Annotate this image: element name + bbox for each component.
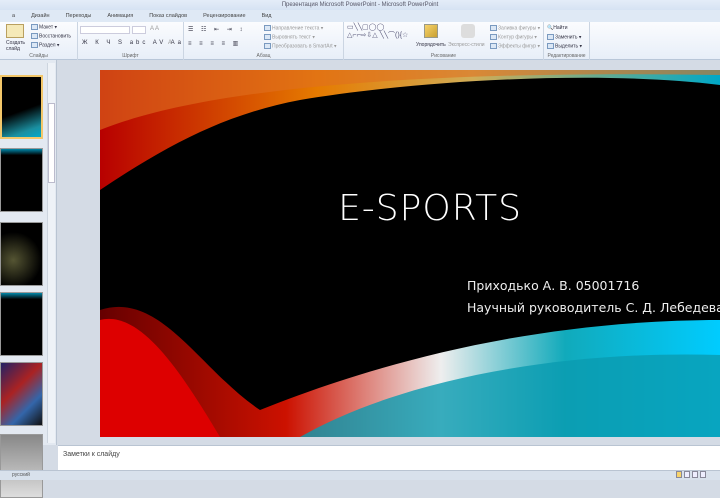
slide-thumbnail-3[interactable] (0, 222, 43, 286)
tab-transitions[interactable]: Переходы (58, 10, 100, 22)
tab-slideshow[interactable]: Показ слайдов (141, 10, 195, 22)
group-label: Абзац (256, 53, 271, 59)
slide-supervisor[interactable]: Научный руководитель С. Д. Лебедева (467, 300, 720, 315)
list-buttons[interactable]: ☰ ☷ ⇤ ⇥ ↕ (188, 26, 245, 33)
reset-icon (31, 33, 38, 39)
font-size-select[interactable] (132, 26, 146, 34)
arrange-icon (424, 24, 438, 38)
group-drawing: ▭╲╲▢◯◯ △⌐⌐⇨⇩△ ╲╲⌒(){☆ Упорядочить Экспре… (344, 22, 544, 60)
reset-button[interactable]: Восстановить (31, 33, 71, 39)
language-indicator[interactable]: русский (12, 472, 30, 478)
slide-thumbnail-5[interactable] (0, 362, 43, 426)
group-label: Рисование (430, 53, 457, 59)
shape-outline-button[interactable]: Контур фигуры ▾ (490, 34, 537, 40)
select-button[interactable]: Выделить ▾ (547, 43, 582, 49)
slides-scrollbar[interactable] (47, 63, 55, 443)
tab-view[interactable]: Вид (254, 10, 280, 22)
slides-panel (0, 60, 57, 498)
text-direction-icon (264, 25, 271, 31)
group-slides: Создать слайд Макет ▾ Восстановить Разде… (0, 22, 78, 60)
slide-sorter-icon[interactable] (684, 471, 690, 478)
notes-placeholder: Заметки к слайду (63, 451, 120, 458)
select-icon (547, 43, 554, 49)
slide-title[interactable]: E-SPORTS (100, 188, 720, 229)
normal-view-icon[interactable] (676, 471, 682, 478)
arrange-button[interactable]: Упорядочить (416, 42, 446, 48)
font-color-icon[interactable]: A (168, 40, 172, 46)
group-font: A A Ж К Ч S abc AV Aa A Шрифт (78, 22, 184, 60)
shape-effects-button[interactable]: Эффекты фигур ▾ (490, 43, 540, 49)
status-bar: русский (0, 470, 720, 480)
ribbon-tabs: а Дизайн Переходы Анимация Показ слайдов… (0, 10, 720, 22)
group-paragraph: ☰ ☷ ⇤ ⇥ ↕ ≡ ≡ ≡ ≡ ▥ Направление текста ▾… (184, 22, 344, 60)
smartart-icon (264, 43, 271, 49)
align-text-button[interactable]: Выровнять текст ▾ (264, 34, 315, 40)
group-label: Шрифт (122, 53, 139, 59)
font-family-select[interactable] (80, 26, 130, 34)
outline-icon (490, 34, 497, 40)
group-editing: 🔍Найти Заменить ▾ Выделить ▾ Редактирова… (544, 22, 590, 60)
reading-view-icon[interactable] (692, 471, 698, 478)
text-direction-button[interactable]: Направление текста ▾ (264, 25, 323, 31)
scrollbar-thumb[interactable] (48, 103, 55, 183)
layout-icon (31, 24, 38, 30)
slide-thumbnail-1[interactable] (0, 75, 43, 139)
slide-canvas[interactable]: E-SPORTS Приходько А. В. 05001716 Научны… (100, 70, 720, 437)
effects-icon (490, 43, 497, 49)
window-title: Презентация Microsoft PowerPoint - Micro… (0, 0, 720, 10)
slide-author[interactable]: Приходько А. В. 05001716 (467, 278, 639, 293)
slideshow-icon[interactable] (700, 471, 706, 478)
layout-button[interactable]: Макет ▾ (31, 24, 57, 30)
shapes-gallery[interactable]: ▭╲╲▢◯◯ △⌐⌐⇨⇩△ ╲╲⌒(){☆ (347, 24, 409, 40)
tab-review[interactable]: Рецензирование (195, 10, 253, 22)
grow-font-icon[interactable]: A A (150, 26, 159, 32)
group-label: Редактирование (547, 53, 586, 59)
slide-thumbnail-4[interactable] (0, 292, 43, 356)
smartart-button[interactable]: Преобразовать в SmartArt ▾ (264, 43, 337, 49)
quick-styles-button[interactable]: Экспресс-стили (448, 42, 485, 48)
slide-thumbnail-2[interactable] (0, 148, 43, 212)
align-text-icon (264, 34, 271, 40)
tab-animations[interactable]: Анимация (99, 10, 141, 22)
background-swirls (100, 70, 720, 437)
shape-fill-button[interactable]: Заливка фигуры ▾ (490, 25, 540, 31)
quick-styles-icon (461, 24, 475, 38)
new-slide-icon (6, 24, 24, 38)
slide-thumbnail-6[interactable] (0, 434, 43, 498)
notes-pane[interactable]: Заметки к слайду (58, 445, 720, 470)
section-button[interactable]: Раздел ▾ (31, 42, 59, 48)
new-slide-button[interactable]: Создать слайд (6, 40, 28, 52)
find-button[interactable]: 🔍Найти (547, 25, 568, 31)
ribbon: Создать слайд Макет ▾ Восстановить Разде… (0, 22, 720, 60)
section-icon (31, 42, 38, 48)
tab-design[interactable]: Дизайн (23, 10, 58, 22)
group-label: Слайды (29, 53, 48, 59)
fill-icon (490, 25, 497, 31)
tab-insert[interactable]: а (4, 10, 23, 22)
replace-button[interactable]: Заменить ▾ (547, 34, 581, 40)
replace-icon (547, 34, 554, 40)
align-buttons[interactable]: ≡ ≡ ≡ ≡ ▥ (188, 40, 241, 47)
